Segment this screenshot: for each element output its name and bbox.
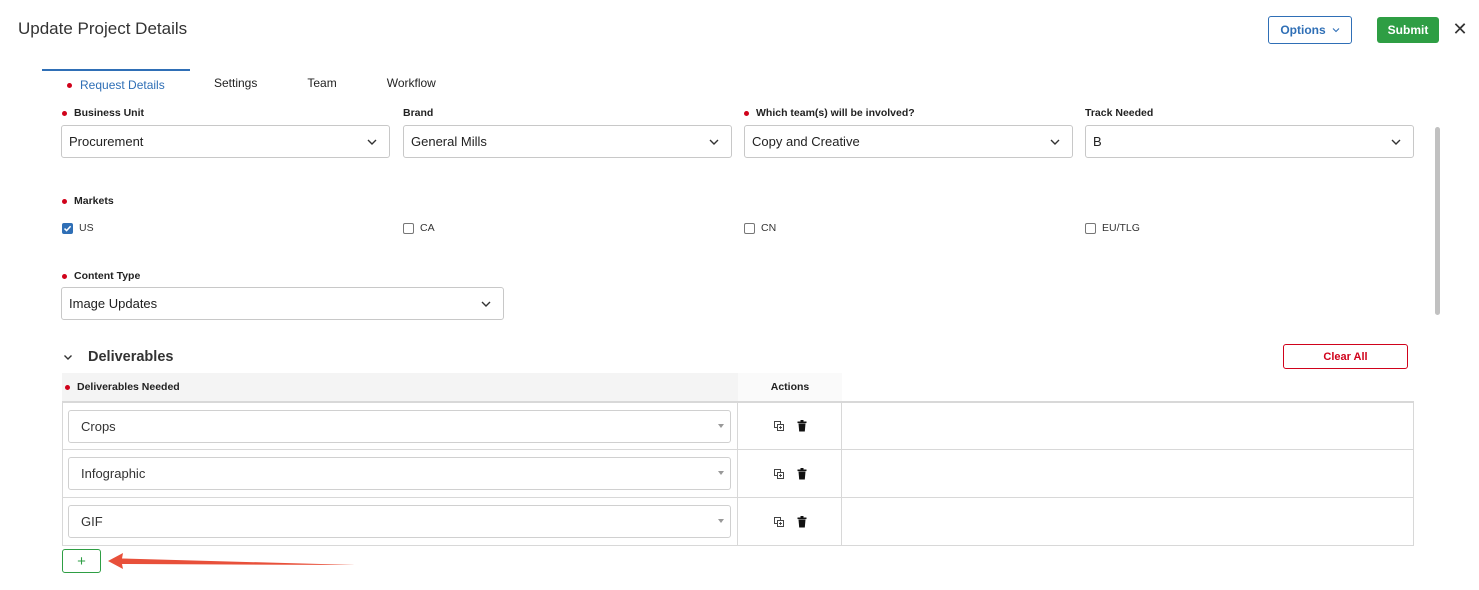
chevron-down-icon <box>367 139 377 145</box>
actions-cell <box>738 403 842 449</box>
tab-workflow[interactable]: Workflow <box>387 69 436 95</box>
required-indicator <box>62 110 67 116</box>
close-icon[interactable]: ✕ <box>1451 18 1469 40</box>
chevron-down-icon <box>709 139 719 145</box>
copy-icon[interactable] <box>773 420 785 432</box>
section-title: Deliverables <box>88 349 174 365</box>
tab-team[interactable]: Team <box>307 69 336 95</box>
deliverable-cell: Crops <box>63 403 738 449</box>
label-text: Content Type <box>74 270 141 282</box>
caret-down-icon <box>718 519 724 523</box>
business-unit-select[interactable]: Procurement <box>61 125 390 158</box>
track-label: Track Needed <box>1085 107 1153 119</box>
trash-icon[interactable] <box>797 467 807 480</box>
checkbox-icon[interactable] <box>403 222 414 234</box>
chevron-down-icon <box>1332 28 1340 33</box>
table-row: Infographic <box>62 450 1414 498</box>
select-value: Copy and Creative <box>752 134 860 149</box>
checkbox-label: CN <box>761 222 777 234</box>
content-type-label: Content Type <box>62 270 140 282</box>
deliverable-select[interactable]: Infographic <box>68 457 731 490</box>
select-value: B <box>1093 134 1102 149</box>
empty-cell <box>842 403 1413 449</box>
annotation-arrow-icon <box>108 553 356 569</box>
chevron-down-icon <box>481 301 491 307</box>
column-header-actions: Actions <box>738 373 842 401</box>
tab-settings[interactable]: Settings <box>214 69 257 95</box>
clear-all-button[interactable]: Clear All <box>1283 344 1408 369</box>
select-value: General Mills <box>411 134 487 149</box>
required-indicator <box>62 198 67 204</box>
deliverable-cell: Infographic <box>63 450 738 497</box>
tab-label: Request Details <box>80 78 165 92</box>
scrollbar[interactable] <box>1435 127 1440 315</box>
page-title: Update Project Details <box>18 19 188 38</box>
trash-icon[interactable] <box>797 420 807 432</box>
deliverables-table: Deliverables Needed Actions Crops Infogr… <box>62 373 1414 546</box>
checkbox-checked-icon[interactable] <box>62 222 73 234</box>
label-text: Brand <box>403 107 434 119</box>
table-row: GIF <box>62 498 1414 546</box>
empty-cell <box>842 498 1413 545</box>
options-label: Options <box>1280 23 1326 37</box>
empty-cell <box>842 450 1413 497</box>
table-body: Crops Infographic GIF <box>62 401 1414 546</box>
table-row: Crops <box>62 402 1414 450</box>
actions-cell <box>738 450 842 497</box>
trash-icon[interactable] <box>797 515 807 528</box>
select-value: Image Updates <box>69 296 158 311</box>
brand-label: Brand <box>403 107 433 119</box>
markets-label: Markets <box>62 195 114 207</box>
column-header-deliverables: Deliverables Needed <box>62 381 738 393</box>
chevron-down-icon[interactable] <box>62 351 74 363</box>
business-unit-label: Business Unit <box>62 107 144 119</box>
checkbox-label: EU/TLG <box>1102 222 1140 234</box>
label-text: Which team(s) will be involved? <box>756 107 915 119</box>
caret-down-icon <box>718 424 724 428</box>
label-text: Track Needed <box>1085 107 1154 119</box>
copy-icon[interactable] <box>773 516 785 528</box>
label-text: Business Unit <box>74 107 145 119</box>
select-value: Procurement <box>69 134 144 149</box>
deliverable-select[interactable]: Crops <box>68 410 731 443</box>
tab-request-details[interactable]: Request Details <box>42 69 190 95</box>
checkbox-icon[interactable] <box>1085 222 1096 234</box>
market-checkbox-ca[interactable]: CA <box>403 222 435 234</box>
select-value: Crops <box>81 419 116 434</box>
deliverable-select[interactable]: GIF <box>68 505 731 538</box>
select-value: Infographic <box>81 466 146 481</box>
checkbox-label: CA <box>420 222 435 234</box>
table-header: Deliverables Needed Actions <box>62 373 1414 401</box>
brand-select[interactable]: General Mills <box>403 125 732 158</box>
market-checkbox-cn[interactable]: CN <box>744 222 776 234</box>
add-deliverable-button[interactable]: + <box>62 549 101 573</box>
required-indicator <box>744 110 749 116</box>
column-title: Deliverables Needed <box>77 381 180 393</box>
copy-icon[interactable] <box>773 468 785 480</box>
market-checkbox-eu-tlg[interactable]: EU/TLG <box>1085 222 1140 234</box>
column-header-empty <box>842 373 1414 401</box>
chevron-down-icon <box>1391 139 1401 145</box>
caret-down-icon <box>718 471 724 475</box>
required-indicator <box>65 384 70 390</box>
options-button[interactable]: Options <box>1268 16 1352 44</box>
required-indicator <box>62 273 67 279</box>
teams-select[interactable]: Copy and Creative <box>744 125 1073 158</box>
teams-label: Which team(s) will be involved? <box>744 107 915 119</box>
select-value: GIF <box>81 514 103 529</box>
required-indicator <box>67 83 72 88</box>
deliverables-section-header[interactable]: Deliverables <box>62 349 173 365</box>
checkbox-label: US <box>79 222 94 234</box>
actions-cell <box>738 498 842 545</box>
tab-bar: Request Details Settings Team Workflow <box>42 69 436 95</box>
submit-button[interactable]: Submit <box>1377 17 1439 43</box>
checkbox-icon[interactable] <box>744 222 755 234</box>
content-type-select[interactable]: Image Updates <box>61 287 504 320</box>
deliverable-cell: GIF <box>63 498 738 545</box>
chevron-down-icon <box>1050 139 1060 145</box>
market-checkbox-us[interactable]: US <box>62 222 94 234</box>
track-select[interactable]: B <box>1085 125 1414 158</box>
label-text: Markets <box>74 195 114 207</box>
